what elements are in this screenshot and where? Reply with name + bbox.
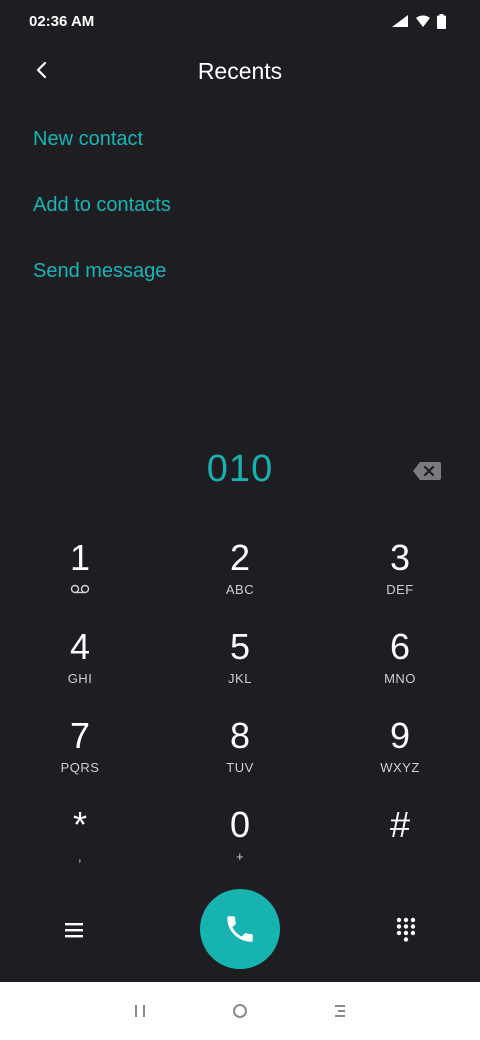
- key-hash[interactable]: #: [345, 805, 455, 885]
- system-nav-bar: [0, 982, 480, 1040]
- key-1[interactable]: 1: [25, 538, 135, 618]
- phone-icon: [227, 916, 253, 942]
- key-letters: PQRS: [60, 760, 100, 775]
- key-digit: 8: [229, 715, 251, 756]
- key-7[interactable]: 7 PQRS: [25, 716, 135, 796]
- status-bar: 02:36 AM: [0, 0, 480, 44]
- status-time: 02:36 AM: [29, 13, 95, 30]
- dialpad-icon: [396, 917, 416, 942]
- bottom-bar: [0, 888, 480, 972]
- key-digit: 9: [389, 715, 411, 756]
- add-to-contacts-link[interactable]: Add to contacts: [33, 194, 171, 217]
- key-0[interactable]: 0 +: [185, 805, 295, 885]
- key-digit: 0: [229, 804, 251, 845]
- key-letters: ABC: [225, 582, 255, 597]
- key-5[interactable]: 5 JKL: [185, 627, 295, 707]
- home-nav-icon: [233, 1004, 247, 1018]
- key-digit: 4: [69, 626, 91, 667]
- key-letters: +: [235, 849, 245, 864]
- new-contact-link[interactable]: New contact: [33, 128, 143, 151]
- key-digit: 5: [229, 626, 251, 667]
- key-digit: 2: [229, 537, 251, 578]
- status-icons: [391, 13, 446, 29]
- key-letters: MNO: [384, 671, 416, 686]
- key-digit: 7: [69, 715, 91, 756]
- key-9[interactable]: 9 WXYZ: [345, 716, 455, 796]
- header: Recents: [0, 44, 480, 100]
- voicemail-icon: [70, 584, 90, 594]
- key-3[interactable]: 3 DEF: [345, 538, 455, 618]
- backspace-icon: [413, 462, 441, 480]
- page-title: Recents: [197, 58, 283, 84]
- dialpad-button[interactable]: [390, 914, 422, 946]
- key-6[interactable]: 6 MNO: [345, 627, 455, 707]
- key-digit: 3: [389, 537, 411, 578]
- key-digit: *: [72, 804, 87, 845]
- recents-nav-button[interactable]: [125, 999, 155, 1023]
- call-button[interactable]: [200, 889, 280, 969]
- backspace-button[interactable]: [412, 460, 442, 482]
- back-nav-icon: [335, 1005, 345, 1017]
- wifi-icon: [416, 15, 430, 27]
- menu-button[interactable]: [58, 914, 90, 946]
- key-star[interactable]: * ,: [25, 805, 135, 885]
- key-letters: DEF: [386, 582, 414, 597]
- key-letters: JKL: [228, 671, 252, 686]
- key-digit: #: [389, 804, 411, 845]
- send-message-link[interactable]: Send message: [33, 260, 166, 283]
- home-nav-button[interactable]: [225, 999, 255, 1023]
- menu-icon: [65, 923, 83, 938]
- key-digit: 1: [69, 537, 91, 578]
- key-letters: GHI: [67, 671, 93, 686]
- back-nav-button[interactable]: [325, 999, 355, 1023]
- key-letters: TUV: [226, 760, 254, 775]
- signal-icon: [392, 15, 408, 27]
- voicemail-label: [25, 582, 135, 598]
- key-2[interactable]: 2 ABC: [185, 538, 295, 618]
- battery-icon: [437, 13, 446, 29]
- recents-nav-icon: [135, 1005, 145, 1017]
- key-8[interactable]: 8 TUV: [185, 716, 295, 796]
- key-letters: ,: [77, 849, 83, 864]
- dialed-number: 010: [206, 448, 274, 490]
- key-4[interactable]: 4 GHI: [25, 627, 135, 707]
- key-digit: 6: [389, 626, 411, 667]
- key-letters: WXYZ: [380, 760, 420, 775]
